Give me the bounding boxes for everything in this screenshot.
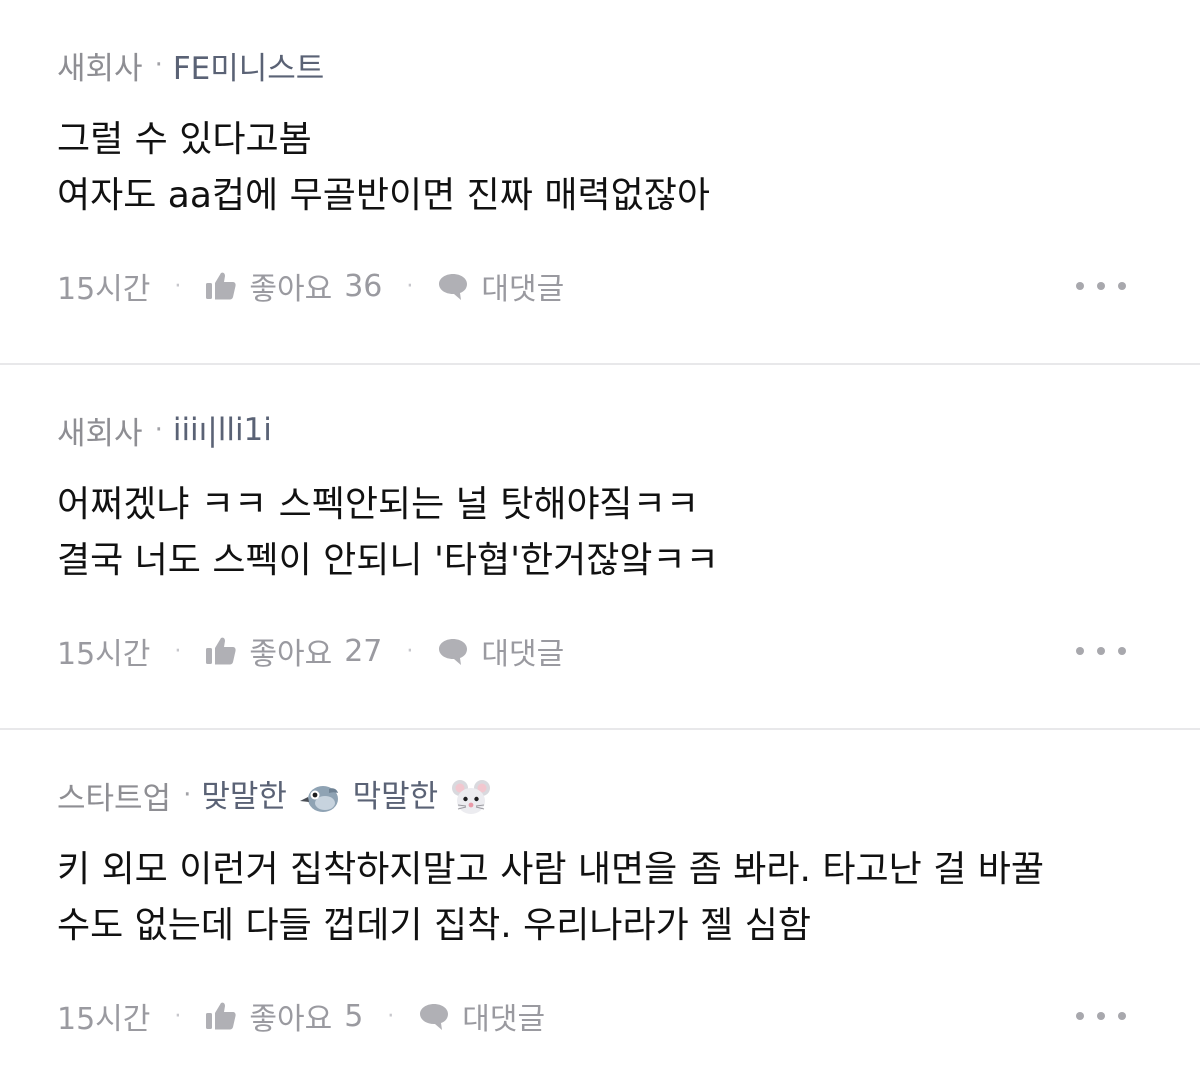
- comment-body: 어쩌겠냐 ㅋㅋ 스펙안되는 널 탓해야짘ㅋㅋ 결국 너도 스펙이 안되니 '타협…: [57, 477, 1157, 589]
- company-name: 스타트업: [57, 780, 172, 817]
- more-dots-icon[interactable]: [1076, 272, 1126, 300]
- mouse-emoji-icon: [452, 780, 491, 815]
- comment-actions: 15시간 · 좋아요 5 · 대댓글: [57, 992, 545, 1040]
- comment-item: 새회사 · FE미니스트 그럴 수 있다고봄 여자도 aa컵에 무골반이면 진짜…: [0, 0, 1200, 365]
- company-name: 새회사: [57, 50, 143, 87]
- like-count: 5: [344, 998, 364, 1034]
- reply-label: 대댓글: [462, 1002, 546, 1037]
- like-button[interactable]: 좋아요 36: [205, 264, 382, 308]
- comment-text-line: 그럴 수 있다고봄: [57, 119, 312, 160]
- action-separator: ·: [174, 1003, 182, 1029]
- comment-body: 그럴 수 있다고봄 여자도 aa컵에 무골반이면 진짜 매력없잖아: [57, 112, 1157, 224]
- thumbs-up-icon: [206, 272, 237, 300]
- comment-actions: 15시간 · 좋아요 36 · 대댓글: [57, 262, 564, 310]
- author-nickname[interactable]: 맞말한 막말한: [201, 771, 494, 820]
- comment-text-line: 결국 너도 스펙이 안되니 '타협'한거잖앜ㅋㅋ: [57, 540, 719, 581]
- comment-item: 새회사 · iiiı|lli1i 어쩌겠냐 ㅋㅋ 스펙안되는 널 탓해야짘ㅋㅋ …: [0, 365, 1200, 730]
- company-name: 새회사: [57, 415, 143, 452]
- nickname-part: 맞말한: [201, 778, 287, 815]
- speech-bubble-icon: [420, 1004, 449, 1030]
- reply-label: 대댓글: [481, 272, 565, 307]
- comment-text-line: 키 외모 이런거 집착하지말고 사람 내면을 좀 봐라. 타고난 걸 바꿀: [57, 849, 1044, 890]
- thumbs-up-icon: [206, 637, 237, 665]
- more-dots-icon[interactable]: [1076, 637, 1126, 665]
- comment-text-line: 여자도 aa컵에 무골반이면 진짜 매력없잖아: [57, 175, 710, 216]
- comment-item: 스타트업 · 맞말한 막말한 키 외모 이런거 집착하지말고 사람 내면을 좀 …: [0, 730, 1200, 1076]
- author-nickname[interactable]: FE미니스트: [173, 43, 325, 88]
- comment-body: 키 외모 이런거 집착하지말고 사람 내면을 좀 봐라. 타고난 걸 바꿀 수도…: [57, 842, 1157, 954]
- reply-label: 대댓글: [481, 637, 565, 672]
- timestamp: 15시간: [57, 1002, 151, 1037]
- author-nickname[interactable]: iiiı|lli1i: [173, 412, 272, 448]
- thumbs-up-icon: [206, 1002, 237, 1030]
- like-button[interactable]: 좋아요 5: [205, 994, 363, 1038]
- comment-text-line: 어쩌겠냐 ㅋㅋ 스펙안되는 널 탓해야짘ㅋㅋ: [57, 484, 699, 525]
- comment-actions: 15시간 · 좋아요 27 · 대댓글: [57, 627, 564, 675]
- reply-button[interactable]: 대댓글: [437, 264, 564, 308]
- comment-meta: 새회사 · FE미니스트: [57, 43, 325, 88]
- comment-meta: 스타트업 · 맞말한 막말한: [57, 775, 494, 817]
- timestamp: 15시간: [57, 272, 151, 307]
- like-label: 좋아요: [249, 272, 333, 307]
- action-separator: ·: [406, 638, 414, 664]
- timestamp: 15시간: [57, 637, 151, 672]
- like-count: 36: [344, 268, 383, 304]
- comment-text-line: 수도 없는데 다들 껍데기 집착. 우리나라가 젤 심함: [57, 905, 811, 946]
- reply-button[interactable]: 대댓글: [418, 994, 545, 1038]
- reply-button[interactable]: 대댓글: [437, 629, 564, 673]
- like-count: 27: [344, 633, 383, 669]
- meta-separator: ·: [154, 415, 163, 445]
- like-button[interactable]: 좋아요 27: [205, 629, 382, 673]
- nickname-part: 막말한: [352, 778, 439, 815]
- like-label: 좋아요: [249, 637, 333, 672]
- more-dots-icon[interactable]: [1076, 1002, 1126, 1030]
- action-separator: ·: [174, 273, 182, 299]
- comment-list: 새회사 · FE미니스트 그럴 수 있다고봄 여자도 aa컵에 무골반이면 진짜…: [0, 0, 1200, 1076]
- action-separator: ·: [387, 1003, 395, 1029]
- meta-separator: ·: [154, 50, 163, 80]
- comment-meta: 새회사 · iiiı|lli1i: [57, 410, 272, 452]
- bird-emoji-icon: [299, 786, 338, 813]
- meta-separator: ·: [183, 780, 192, 810]
- like-label: 좋아요: [249, 1002, 333, 1037]
- action-separator: ·: [406, 273, 414, 299]
- action-separator: ·: [174, 638, 182, 664]
- speech-bubble-icon: [439, 639, 468, 665]
- speech-bubble-icon: [439, 274, 468, 300]
